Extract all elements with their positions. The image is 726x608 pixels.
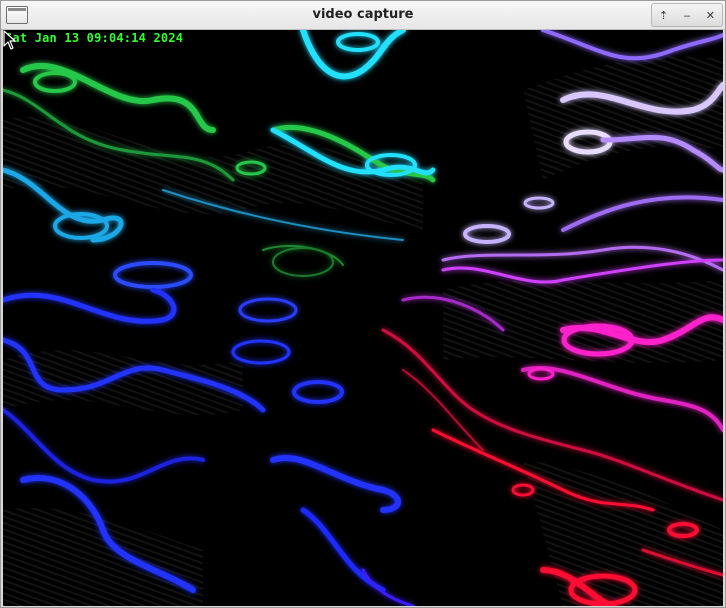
video-timestamp: Sat Jan 13 09:04:14 2024 — [5, 31, 184, 45]
video-frame[interactable]: Sat Jan 13 09:04:14 2024 — [3, 30, 723, 606]
arrow-up-icon: ⇡ — [659, 8, 669, 22]
close-icon: ✕ — [705, 8, 715, 22]
video-capture-window: video capture ⇡ ‒ ✕ Sat Jan 13 09:04:14 … — [0, 0, 726, 608]
minimize-icon: ‒ — [683, 8, 691, 22]
window-title: video capture — [312, 7, 414, 22]
mouse-pointer-icon — [3, 30, 16, 50]
close-button[interactable]: ✕ — [701, 6, 719, 24]
title-bar[interactable]: video capture ⇡ ‒ ✕ — [1, 1, 725, 30]
minimize-button[interactable]: ‒ — [678, 6, 696, 24]
shade-button[interactable]: ⇡ — [655, 6, 673, 24]
video-visualization — [3, 30, 723, 606]
window-controls: ⇡ ‒ ✕ — [651, 3, 723, 27]
